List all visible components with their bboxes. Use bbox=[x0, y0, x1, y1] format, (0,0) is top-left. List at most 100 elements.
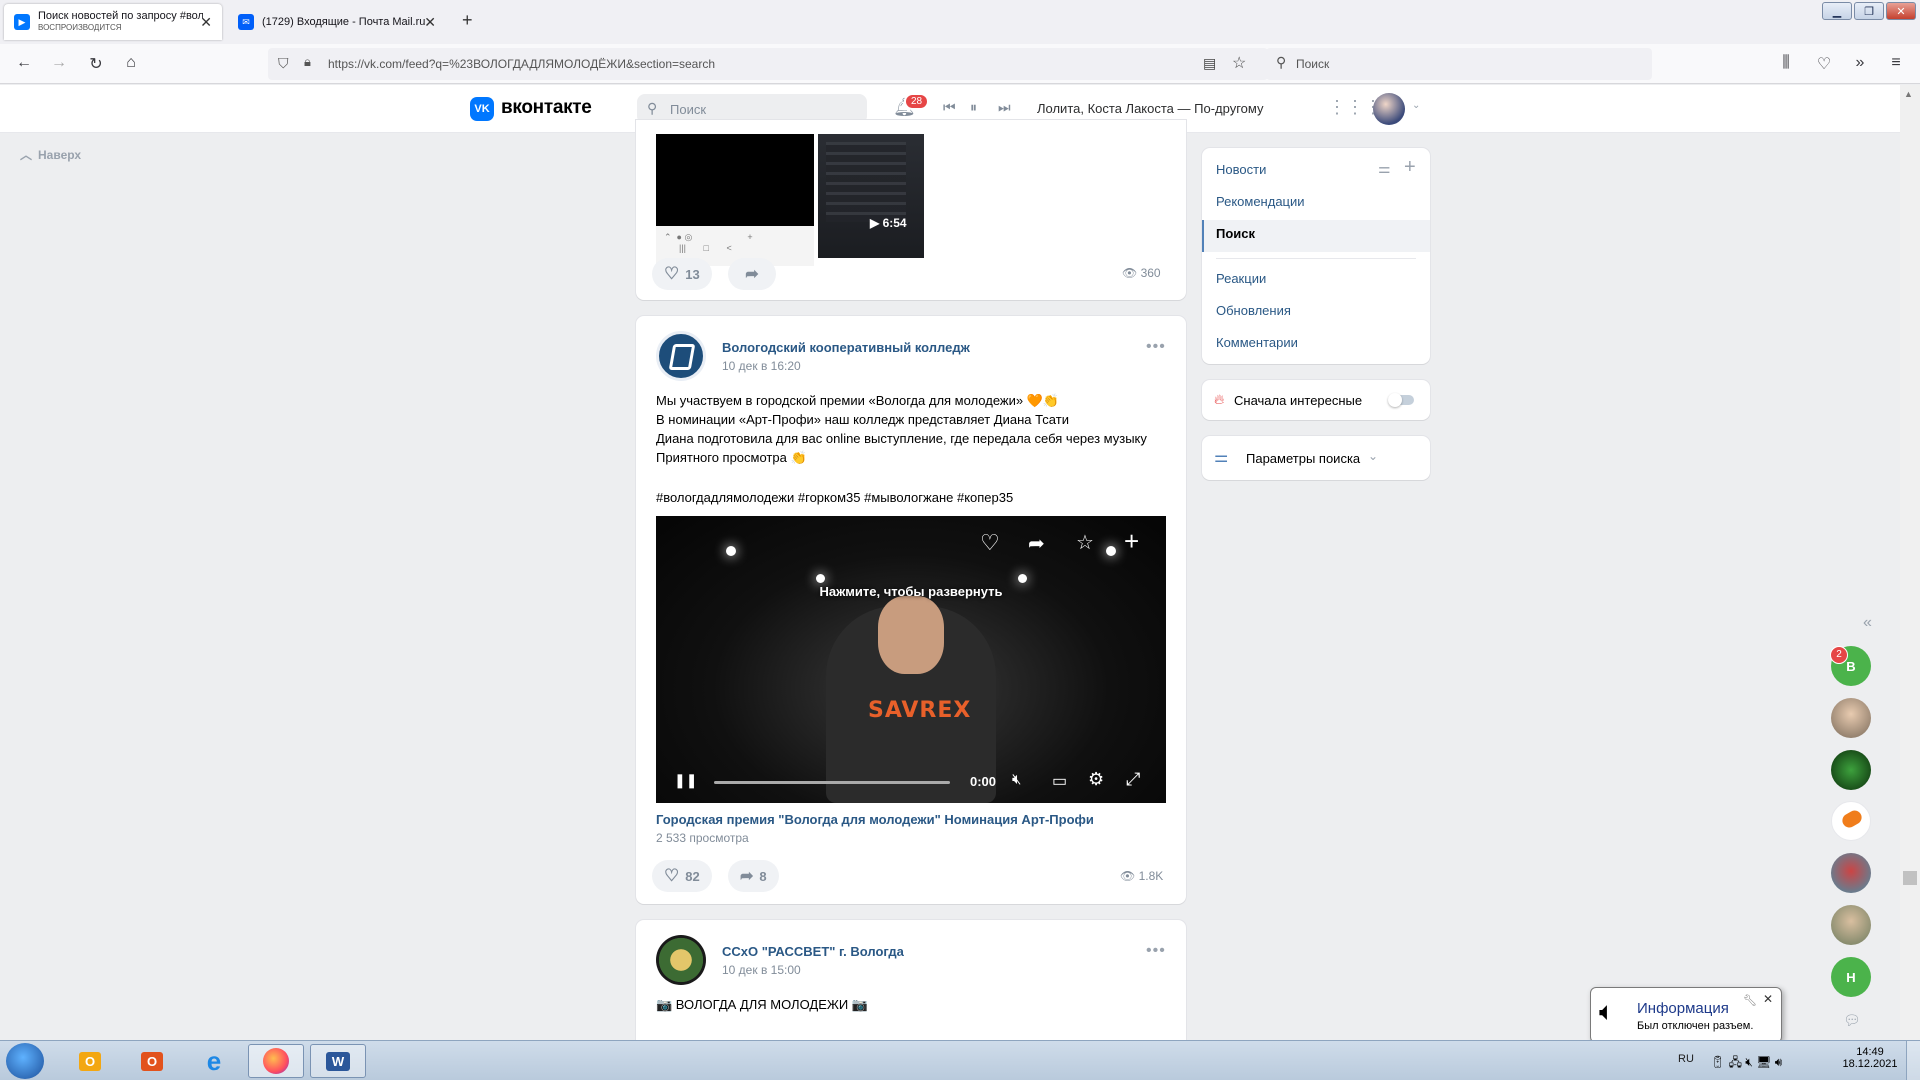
chat-bubble-icon[interactable]: 💬︎ bbox=[1843, 1012, 1861, 1029]
close-tab-icon[interactable]: ✕ bbox=[200, 14, 212, 31]
notification-close-icon[interactable]: ✕ bbox=[1763, 992, 1773, 1006]
post-author-name[interactable]: Вологодский кооперативный колледж bbox=[722, 340, 970, 355]
clock[interactable]: 14:49 18.12.2021 bbox=[1840, 1046, 1900, 1070]
scrollbar-thumb[interactable] bbox=[1903, 871, 1917, 885]
share-button[interactable]: ➦ 8 bbox=[728, 860, 779, 892]
video-settings-gear-icon[interactable]: ⚙ bbox=[1088, 769, 1104, 790]
scroll-up-arrow-icon[interactable]: ▲ bbox=[1904, 89, 1913, 99]
college-emblem-icon bbox=[668, 344, 696, 370]
chat-screenshot-image bbox=[826, 142, 906, 222]
video-add-icon[interactable]: + bbox=[1124, 526, 1139, 557]
like-button[interactable]: ♡ 82 bbox=[652, 860, 712, 892]
minimize-button[interactable]: ▁ bbox=[1822, 2, 1852, 20]
menu-icon[interactable]: ≡ bbox=[1886, 54, 1906, 72]
video-miniplayer-icon[interactable]: ▭ bbox=[1052, 771, 1067, 791]
video-pause-icon[interactable]: ❚❚ bbox=[674, 772, 697, 789]
share-button[interactable]: ➦ bbox=[728, 258, 776, 290]
tab-mail[interactable]: ✉ (1729) Входящие - Почта Mail.ru ✕ bbox=[228, 4, 446, 40]
post-image-phone-screen[interactable] bbox=[656, 134, 814, 226]
chevron-down-icon[interactable]: ⌄ bbox=[1412, 100, 1420, 111]
video-progress-bar[interactable] bbox=[714, 781, 950, 784]
video-share-icon[interactable]: ➦ bbox=[1028, 531, 1045, 556]
search-params-card[interactable]: ⚌ Параметры поиска ⌄ bbox=[1202, 436, 1430, 480]
now-playing-track[interactable]: Лолита, Коста Лакоста — По-другому bbox=[1037, 101, 1263, 116]
back-to-top[interactable]: ︿ Наверх bbox=[20, 146, 81, 163]
video-favorite-star-icon[interactable]: ☆ bbox=[1076, 530, 1094, 555]
pause-icon[interactable]: ⏸ bbox=[970, 99, 977, 116]
window-close-button[interactable]: ✕ bbox=[1886, 2, 1916, 20]
toggle-knob bbox=[1388, 393, 1402, 407]
new-tab-button[interactable]: + bbox=[462, 10, 473, 31]
view-count-label: 360 bbox=[1140, 266, 1161, 280]
pocket-icon[interactable]: ♡ bbox=[1814, 54, 1834, 74]
heart-icon: ♡ bbox=[664, 264, 680, 283]
college-logo-avatar[interactable] bbox=[656, 331, 706, 381]
close-tab-icon[interactable]: ✕ bbox=[424, 14, 436, 31]
video-player[interactable]: SAVREX Нажмите, чтобы развернуть ♡ ➦ ☆ +… bbox=[656, 516, 1166, 803]
post-date[interactable]: 10 дек в 16:20 bbox=[722, 359, 801, 373]
library-icon[interactable]: ⫼ bbox=[1776, 54, 1796, 72]
vk-logo-icon[interactable]: VK bbox=[470, 97, 494, 121]
taskbar-office-icon[interactable]: O bbox=[124, 1044, 180, 1078]
forward-arrow-icon[interactable]: → bbox=[49, 54, 69, 72]
bookmark-star-icon[interactable]: ☆ bbox=[1232, 53, 1246, 73]
clock-time: 14:49 bbox=[1856, 1046, 1884, 1058]
taskbar-outlook-icon[interactable]: O bbox=[62, 1044, 118, 1078]
system-notification-balloon[interactable]: 🔈︎ Информация Был отключен разъем. 🔧︎ ✕ bbox=[1590, 987, 1782, 1043]
more-options-icon[interactable]: ••• bbox=[1146, 338, 1166, 356]
taskbar-word-icon[interactable]: W bbox=[310, 1044, 366, 1078]
filter-settings-icon[interactable]: ⚌ bbox=[1378, 160, 1391, 177]
previous-track-icon[interactable]: ⏮ bbox=[943, 99, 956, 116]
menu-item-updates[interactable]: Обновления bbox=[1216, 303, 1291, 318]
vk-logo-text[interactable]: вконтакте bbox=[501, 97, 592, 119]
start-button-icon[interactable] bbox=[6, 1043, 44, 1079]
taskbar-firefox-icon[interactable] bbox=[248, 1044, 304, 1078]
reader-view-icon[interactable]: ▤ bbox=[1203, 55, 1216, 72]
interesting-first-toggle-card[interactable]: 🔥︎ Сначала интересные bbox=[1202, 380, 1430, 420]
chevron-up-icon: ︿ bbox=[20, 148, 33, 162]
post-video-thumbnail[interactable]: ▶ 6:54 bbox=[818, 134, 924, 258]
language-indicator[interactable]: RU bbox=[1678, 1053, 1694, 1065]
browser-search-field[interactable]: ⚲ Поиск bbox=[1266, 48, 1652, 80]
wrench-icon[interactable]: 🔧︎ bbox=[1743, 994, 1757, 1007]
chat-avatar[interactable] bbox=[1831, 750, 1871, 790]
back-arrow-icon[interactable]: ← bbox=[14, 54, 34, 72]
home-icon[interactable]: ⌂ bbox=[121, 54, 141, 72]
collapse-chats-icon[interactable]: « bbox=[1863, 614, 1872, 632]
video-title-link[interactable]: Городская премия "Вологда для молодежи" … bbox=[656, 812, 1094, 827]
menu-item-news[interactable]: Новости bbox=[1216, 162, 1266, 177]
chat-avatar[interactable] bbox=[1831, 801, 1871, 841]
tab-vk-search[interactable]: ▶ Поиск новостей по запросу #волог... ВО… bbox=[4, 4, 222, 40]
like-button[interactable]: ♡ 13 bbox=[652, 258, 712, 290]
menu-item-search[interactable]: Поиск bbox=[1216, 226, 1255, 241]
user-avatar[interactable] bbox=[1373, 93, 1405, 125]
taskbar-ie-icon[interactable]: e bbox=[186, 1044, 242, 1078]
lock-icon[interactable]: 🔒︎ bbox=[304, 54, 311, 70]
chat-avatar-n[interactable]: Н bbox=[1831, 957, 1871, 997]
video-fullscreen-icon[interactable]: ⤢ bbox=[1126, 769, 1140, 790]
post-date[interactable]: 10 дек в 15:00 bbox=[722, 963, 801, 977]
page-scrollbar[interactable]: ▲ bbox=[1900, 85, 1920, 1040]
chat-avatar[interactable] bbox=[1831, 698, 1871, 738]
more-options-icon[interactable]: ••• bbox=[1146, 942, 1166, 960]
shield-icon[interactable]: ⛉ bbox=[278, 55, 289, 72]
menu-item-reactions[interactable]: Реакции bbox=[1216, 271, 1266, 286]
menu-item-comments[interactable]: Комментарии bbox=[1216, 335, 1298, 350]
chat-avatar[interactable] bbox=[1831, 853, 1871, 893]
tray-icons[interactable]: 🔋︎ 🖧 🔇︎ 🖥 🔊︎ bbox=[1710, 1053, 1782, 1074]
reload-icon[interactable]: ↻ bbox=[86, 54, 106, 74]
post-hashtags[interactable]: #вологдадлямолодежи #горком35 #мывологжа… bbox=[656, 488, 1013, 507]
video-like-heart-icon[interactable]: ♡ bbox=[980, 530, 1000, 556]
show-desktop-button[interactable] bbox=[1906, 1041, 1920, 1080]
url-bar[interactable]: ⛉ 🔒︎ https://vk.com/feed?q=%23ВОЛОГДАДЛЯ… bbox=[268, 48, 1268, 80]
menu-item-recommendations[interactable]: Рекомендации bbox=[1216, 194, 1305, 209]
toggle-switch[interactable] bbox=[1388, 393, 1414, 407]
post-author-name[interactable]: ССхО "РАССВЕТ" г. Вологда bbox=[722, 944, 904, 959]
maximize-button[interactable]: ❐ bbox=[1854, 2, 1884, 20]
next-track-icon[interactable]: ⏭ bbox=[998, 99, 1011, 116]
video-mute-icon[interactable]: 🔇︎ bbox=[1012, 771, 1021, 788]
add-icon[interactable]: + bbox=[1404, 156, 1416, 179]
overflow-chevron-icon[interactable]: » bbox=[1850, 54, 1870, 72]
rassvet-logo-avatar[interactable] bbox=[656, 935, 706, 985]
chat-avatar[interactable] bbox=[1831, 905, 1871, 945]
